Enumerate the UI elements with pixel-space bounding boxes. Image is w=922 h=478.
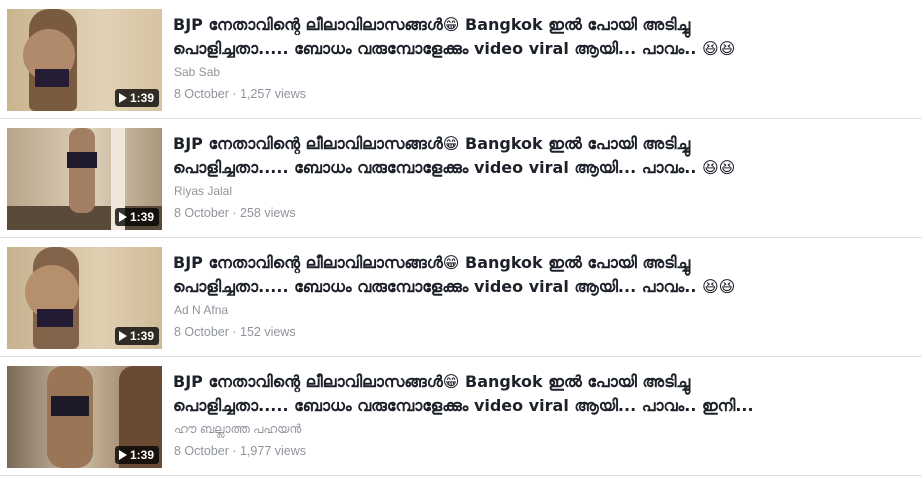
video-title-line: പൊളിച്ചതാ..... ബോധം വരുമ്പോളേക്കും video… xyxy=(173,396,754,415)
video-meta: 8 October · 1,257 views xyxy=(174,87,306,102)
video-views: 258 views xyxy=(240,206,296,220)
play-icon xyxy=(118,212,127,222)
video-duration-badge: 1:39 xyxy=(114,208,159,226)
video-date: 8 October xyxy=(174,444,229,458)
video-author-link[interactable]: ഹൗ ബല്ലാത്ത പഹയൻ xyxy=(174,422,301,436)
video-meta: 8 October · 1,977 views xyxy=(174,444,306,459)
video-meta: 8 October · 152 views xyxy=(174,325,296,340)
video-views: 1,257 views xyxy=(240,87,307,101)
play-icon xyxy=(118,450,127,460)
video-views: 152 views xyxy=(240,325,296,339)
video-duration-badge: 1:39 xyxy=(114,89,159,107)
meta-separator: · xyxy=(228,444,240,458)
meta-separator: · xyxy=(228,325,240,339)
play-icon xyxy=(118,93,127,103)
video-author-link[interactable]: Ad N Afna xyxy=(174,303,228,317)
play-icon xyxy=(118,331,127,341)
video-title-line: പൊളിച്ചതാ..... ബോധം വരുമ്പോളേക്കും video… xyxy=(173,39,736,58)
video-title-link[interactable]: BJP നേതാവിന്റെ ലീലാവിലാസങ്ങൾ😁 Bangkok ഇൽ… xyxy=(173,132,913,180)
meta-separator: · xyxy=(228,206,240,220)
video-date: 8 October xyxy=(174,325,229,339)
video-meta: 8 October · 258 views xyxy=(174,206,296,221)
video-title-line: പൊളിച്ചതാ..... ബോധം വരുമ്പോളേക്കും video… xyxy=(173,158,736,177)
video-author-link[interactable]: Sab Sab xyxy=(174,65,220,79)
video-duration-badge: 1:39 xyxy=(114,327,159,345)
video-title-line: BJP നേതാവിന്റെ ലീലാവിലാസങ്ങൾ😁 Bangkok ഇൽ… xyxy=(173,253,691,272)
video-duration-badge: 1:39 xyxy=(114,446,159,464)
video-thumbnail[interactable]: 1:39 xyxy=(7,128,162,230)
video-result[interactable]: 1:39 BJP നേതാവിന്റെ ലീലാവിലാസങ്ങൾ😁 Bangk… xyxy=(0,119,922,238)
video-date: 8 October xyxy=(174,87,229,101)
video-author-link[interactable]: Riyas Jalal xyxy=(174,184,232,198)
video-title-line: BJP നേതാവിന്റെ ലീലാവിലാസങ്ങൾ😁 Bangkok ഇൽ… xyxy=(173,134,691,153)
video-date: 8 October xyxy=(174,206,229,220)
video-title-line: BJP നേതാവിന്റെ ലീലാവിലാസങ്ങൾ😁 Bangkok ഇൽ… xyxy=(173,15,691,34)
video-title-link[interactable]: BJP നേതാവിന്റെ ലീലാവിലാസങ്ങൾ😁 Bangkok ഇൽ… xyxy=(173,13,913,61)
video-thumbnail[interactable]: 1:39 xyxy=(7,247,162,349)
video-title-line: BJP നേതാവിന്റെ ലീലാവിലാസങ്ങൾ😁 Bangkok ഇൽ… xyxy=(173,372,691,391)
video-title-link[interactable]: BJP നേതാവിന്റെ ലീലാവിലാസങ്ങൾ😁 Bangkok ഇൽ… xyxy=(173,370,913,418)
meta-separator: · xyxy=(228,87,240,101)
video-views: 1,977 views xyxy=(240,444,307,458)
video-results-list: 1:39 BJP നേതാവിന്റെ ലീലാവിലാസങ്ങൾ😁 Bangk… xyxy=(0,0,922,478)
video-result[interactable]: 1:39 BJP നേതാവിന്റെ ലീലാവിലാസങ്ങൾ😁 Bangk… xyxy=(0,238,922,357)
video-title-line: പൊളിച്ചതാ..... ബോധം വരുമ്പോളേക്കും video… xyxy=(173,277,736,296)
video-title-link[interactable]: BJP നേതാവിന്റെ ലീലാവിലാസങ്ങൾ😁 Bangkok ഇൽ… xyxy=(173,251,913,299)
video-result[interactable]: 1:39 BJP നേതാവിന്റെ ലീലാവിലാസങ്ങൾ😁 Bangk… xyxy=(0,0,922,119)
video-result[interactable]: 1:39 BJP നേതാവിന്റെ ലീലാവിലാസങ്ങൾ😁 Bangk… xyxy=(0,357,922,476)
video-thumbnail[interactable]: 1:39 xyxy=(7,9,162,111)
video-thumbnail[interactable]: 1:39 xyxy=(7,366,162,468)
